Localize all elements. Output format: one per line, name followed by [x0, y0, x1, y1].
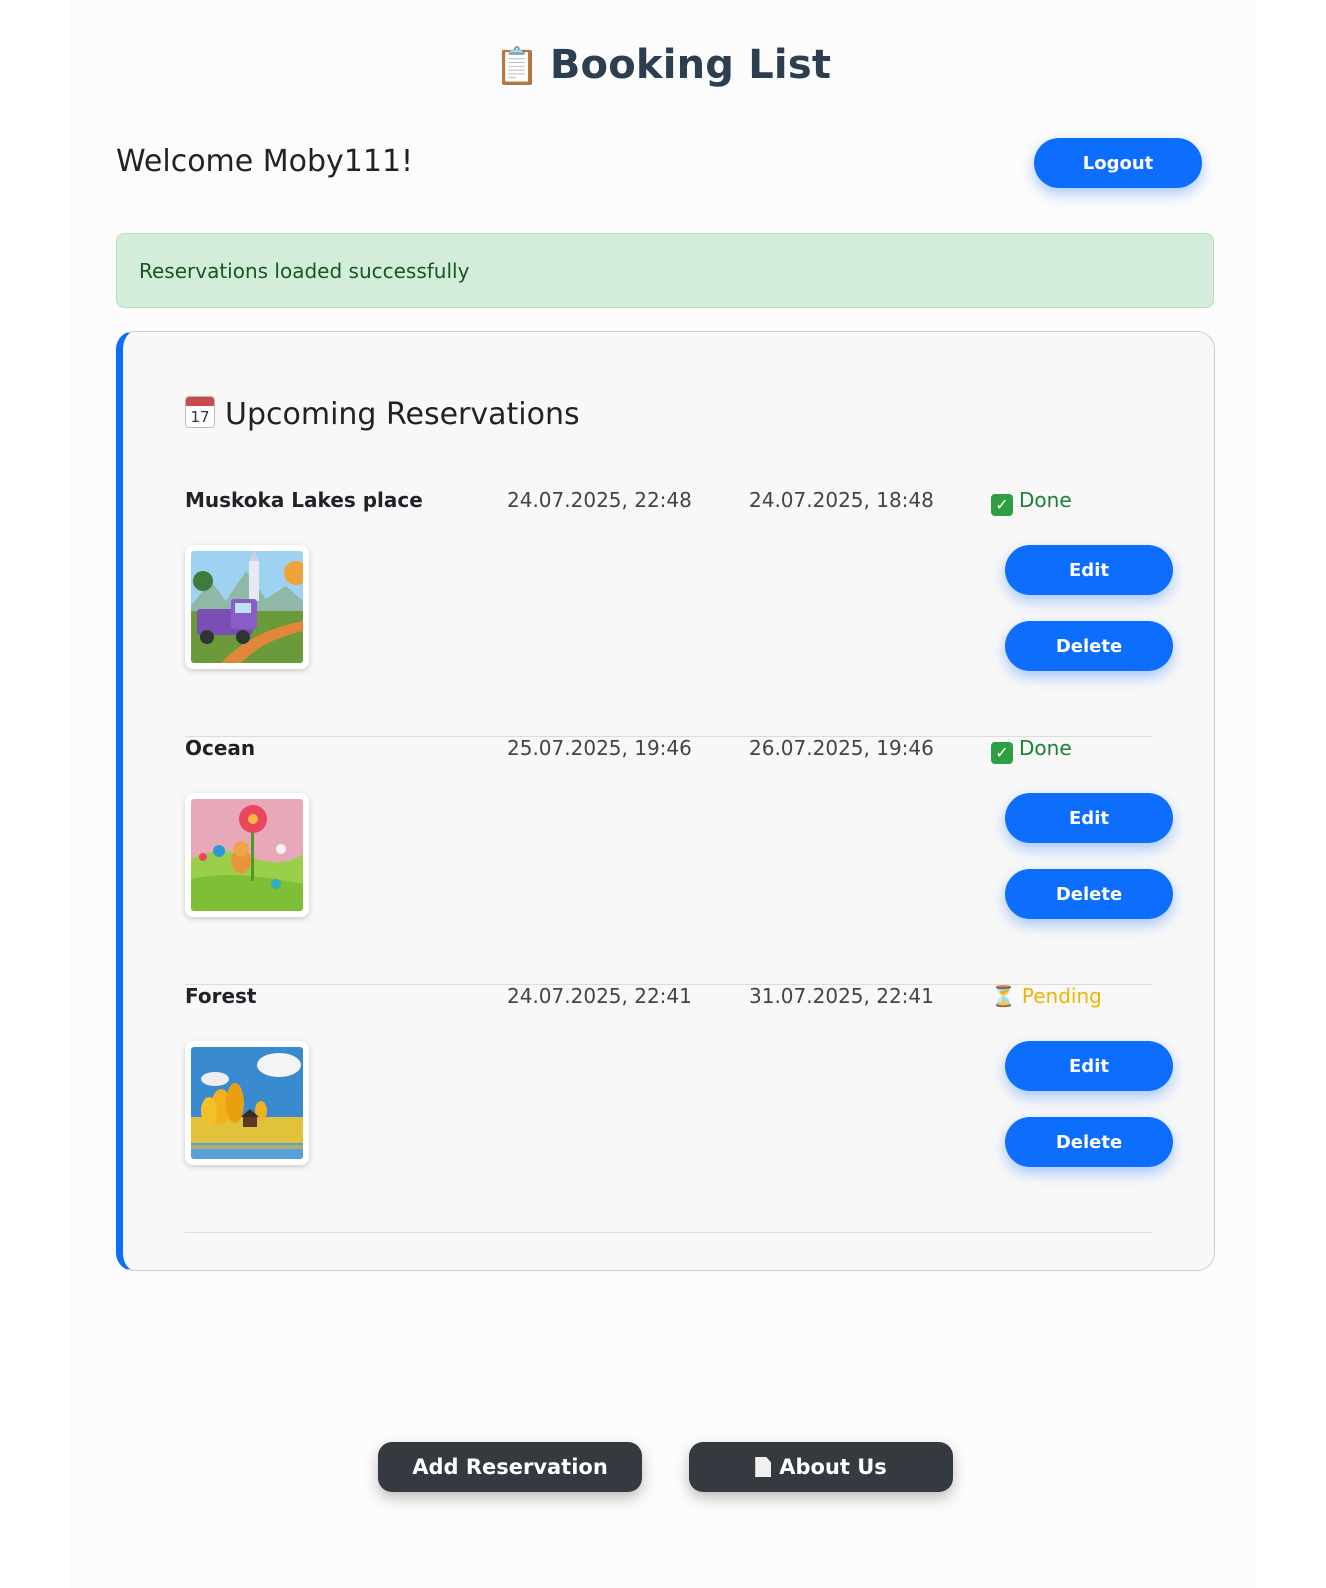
reservations-card: 17 Upcoming Reservations Muskoka Lakes pl… — [116, 331, 1215, 1271]
alert-message: Reservations loaded successfully — [139, 258, 470, 283]
success-alert: Reservations loaded successfully — [116, 233, 1214, 308]
reservation-start: 24.07.2025, 22:48 — [507, 488, 692, 512]
section-title: 17 Upcoming Reservations — [185, 396, 580, 432]
autumn-forest-image — [191, 1047, 303, 1159]
delete-button[interactable]: Delete — [1005, 869, 1173, 919]
reservation-thumbnail — [185, 545, 309, 669]
reservation-end: 24.07.2025, 18:48 — [749, 488, 934, 512]
reservation-end: 26.07.2025, 19:46 — [749, 736, 934, 760]
logout-button[interactable]: Logout — [1034, 138, 1202, 188]
status-badge: ⏳ Pending — [991, 984, 1102, 1008]
document-icon — [755, 1457, 772, 1477]
add-reservation-button[interactable]: Add Reservation — [378, 1442, 642, 1492]
status-badge: ✓ Done — [991, 736, 1072, 764]
check-icon: ✓ — [991, 742, 1013, 764]
reservation-name: Forest — [185, 984, 257, 1008]
reservation-name: Ocean — [185, 736, 256, 760]
page-container: 📋 Booking List Welcome Moby111! Logout Re… — [70, 0, 1256, 1588]
edit-button[interactable]: Edit — [1005, 793, 1173, 843]
check-icon: ✓ — [991, 494, 1013, 516]
reservation-item: Forest 24.07.2025, 22:41 31.07.2025, 22:… — [185, 984, 1173, 1233]
edit-button[interactable]: Edit — [1005, 545, 1173, 595]
about-us-button[interactable]: About Us — [689, 1442, 953, 1492]
page-title: 📋 Booking List — [494, 42, 832, 88]
reservation-item: Muskoka Lakes place 24.07.2025, 22:48 24… — [185, 488, 1173, 737]
hourglass-icon: ⏳ — [991, 984, 1016, 1008]
welcome-message: Welcome Moby111! — [116, 144, 414, 179]
reservation-thumbnail — [185, 1041, 309, 1165]
reservation-start: 24.07.2025, 22:41 — [507, 984, 692, 1008]
reservation-end: 31.07.2025, 22:41 — [749, 984, 934, 1008]
edit-button[interactable]: Edit — [1005, 1041, 1173, 1091]
flower-cat-image — [191, 799, 303, 911]
calendar-icon: 17 — [185, 396, 215, 428]
status-badge: ✓ Done — [991, 488, 1072, 516]
reservation-item: Ocean 25.07.2025, 19:46 26.07.2025, 19:4… — [185, 736, 1173, 985]
reservation-thumbnail — [185, 793, 309, 917]
reservation-start: 25.07.2025, 19:46 — [507, 736, 692, 760]
truck-landscape-image — [191, 551, 303, 663]
clipboard-icon: 📋 — [494, 46, 540, 87]
delete-button[interactable]: Delete — [1005, 1117, 1173, 1167]
delete-button[interactable]: Delete — [1005, 621, 1173, 671]
reservation-name: Muskoka Lakes place — [185, 488, 423, 512]
